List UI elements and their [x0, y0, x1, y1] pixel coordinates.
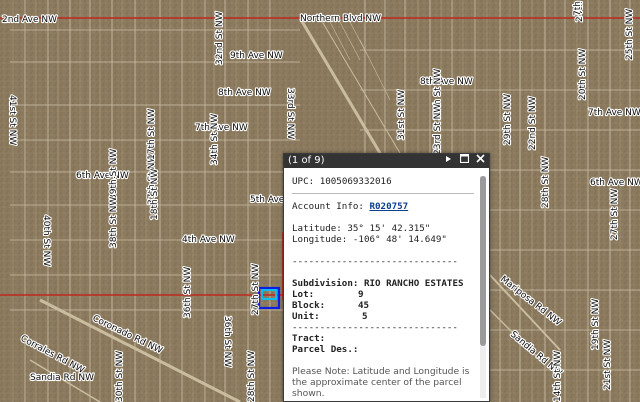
street-label: 8th Ave NW — [420, 77, 473, 87]
maximize-icon[interactable] — [458, 153, 470, 168]
street-label: 33rd St NW — [285, 88, 295, 139]
street-label: 18th St NW — [150, 169, 160, 220]
unit-value: 5 — [362, 311, 368, 322]
upc-row: UPC: 1005069332016 — [292, 176, 474, 187]
identify-popup[interactable]: (1 of 9) UPC: 1005069332016 Account Info… — [283, 153, 490, 402]
street-label: 38th St NW — [109, 197, 119, 248]
street-label: 6th Ave NW — [76, 171, 129, 181]
street-label: Northern Blvd NW — [300, 14, 381, 24]
street-label: 27th St NW — [251, 264, 261, 315]
account-link[interactable]: R020757 — [369, 201, 408, 212]
street-label: 20th St NW — [578, 49, 588, 100]
subdivision-value: RIO RANCHO ESTATES — [363, 278, 464, 289]
longitude-row: Longitude: -106° 48' 14.649" — [292, 234, 474, 245]
street-label: 40th St NW — [41, 215, 51, 266]
latitude-value: 35° 15' 42.315" — [347, 223, 431, 234]
lot-label: Lot: — [292, 289, 315, 300]
upc-value: 1005069332016 — [319, 176, 392, 187]
street-label: 6th Ave NW — [590, 178, 640, 188]
popup-header: (1 of 9) — [284, 153, 489, 168]
street-label: 27th St NW — [610, 189, 620, 240]
street-label: 7th St — [573, 0, 583, 16]
street-label: 8th Ave NW — [218, 88, 271, 98]
street-label: 23rd St NW — [433, 104, 443, 155]
tract-label: Tract: — [292, 333, 326, 344]
close-icon[interactable] — [474, 154, 486, 168]
dash-separator: ------------------------------ — [292, 256, 458, 267]
account-label: Account Info: — [292, 201, 364, 212]
account-row: Account Info: R020757 — [292, 201, 474, 212]
street-label: 39th St NW — [109, 149, 119, 200]
dash-separator: ------------------------------ — [292, 322, 458, 333]
street-label: 36th St NW — [222, 316, 232, 367]
block-label: Block: — [292, 300, 326, 311]
street-label: 28th St NW — [541, 157, 551, 208]
popup-scrollbar[interactable] — [480, 176, 486, 398]
street-label: 22nd St NW — [528, 96, 538, 150]
block-value: 45 — [358, 300, 370, 311]
popup-content: UPC: 1005069332016 Account Info: R020757… — [292, 176, 474, 398]
street-label: 32nd St NW — [215, 11, 225, 65]
upc-label: UPC: — [292, 176, 315, 187]
street-label: 30th St NW — [115, 351, 125, 402]
street-label: 25th St NW — [625, 9, 635, 60]
unit-row: Unit: 5 — [292, 311, 474, 322]
latitude-label: Latitude: — [292, 223, 342, 234]
street-label: 7th Ave NW — [588, 108, 640, 118]
unit-label: Unit: — [292, 311, 320, 322]
street-label: 41st St NW — [7, 95, 17, 145]
street-label: 9th Ave NW — [230, 51, 283, 61]
street-label: 28th St NW — [247, 351, 257, 402]
street-label: 34th St NW — [210, 114, 220, 165]
longitude-label: Longitude: — [292, 234, 348, 245]
lot-row: Lot: 9 — [292, 289, 474, 300]
latitude-row: Latitude: 35° 15' 42.315" — [292, 223, 474, 234]
parcel-desc-label: Parcel Des.: — [292, 344, 359, 355]
longitude-value: -106° 48' 14.649" — [352, 234, 447, 245]
pointer-icon[interactable] — [442, 154, 454, 168]
scrollbar-thumb[interactable] — [480, 176, 486, 346]
street-label: 17th St NW — [147, 109, 157, 160]
street-label: 14th St NW — [553, 351, 563, 402]
street-label: 2nd Ave NW — [2, 15, 57, 25]
street-label: 7th Ave NW — [195, 123, 248, 133]
street-label: 19th St NW — [591, 299, 601, 350]
street-label: 29th St NW — [503, 94, 513, 145]
street-label: 36th St NW — [183, 267, 193, 318]
subdivision-row: Subdivision: RIO RANCHO ESTATES — [292, 278, 474, 289]
street-label: 21st St NW — [603, 340, 613, 390]
popup-count: (1 of 9) — [288, 155, 325, 166]
street-label: Sandia Rd NW — [30, 373, 94, 383]
street-label: 31st St NW — [397, 90, 407, 140]
street-label: 4th Ave NW — [182, 235, 235, 245]
lot-value: 9 — [358, 289, 364, 300]
divider — [292, 193, 474, 194]
subdivision-label: Subdivision: — [292, 278, 359, 289]
block-row: Block: 45 — [292, 300, 474, 311]
popup-note: Please Note: Latitude and Longitude is t… — [292, 366, 470, 398]
street-label: 5th Ave — [250, 195, 285, 205]
